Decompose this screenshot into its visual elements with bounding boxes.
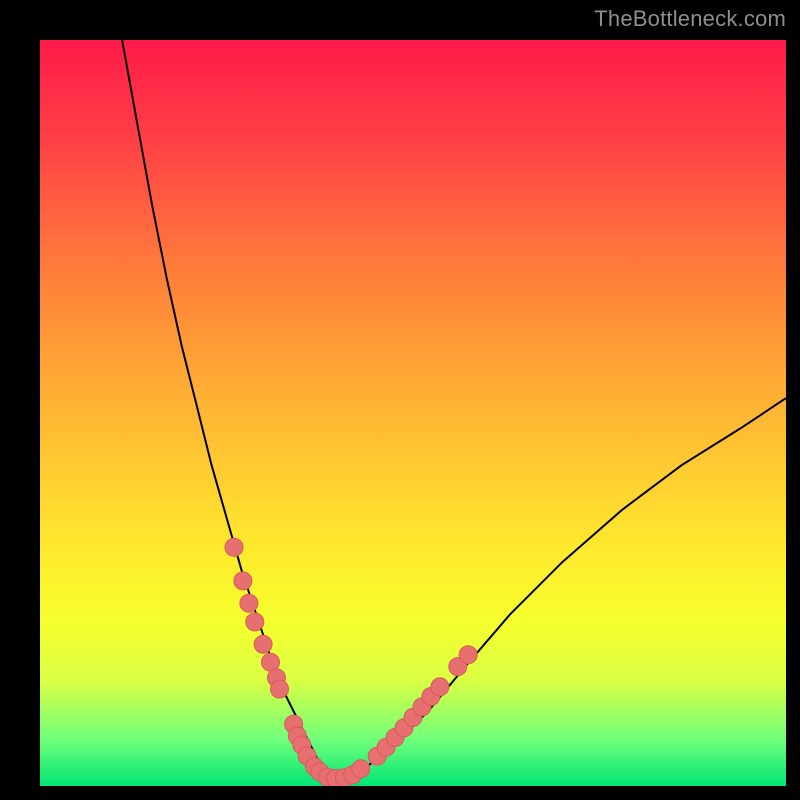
- data-marker: [352, 760, 370, 778]
- data-marker: [254, 635, 272, 653]
- data-marker: [431, 678, 449, 696]
- chart-svg: [40, 40, 786, 786]
- data-marker: [246, 613, 264, 631]
- data-marker: [459, 646, 477, 664]
- watermark-text: TheBottleneck.com: [594, 6, 786, 32]
- data-markers: [225, 538, 477, 786]
- data-marker: [225, 538, 243, 556]
- chart-frame: TheBottleneck.com: [0, 0, 800, 800]
- data-marker: [240, 594, 258, 612]
- data-marker: [271, 680, 289, 698]
- data-marker: [234, 572, 252, 590]
- plot-area: [40, 40, 786, 786]
